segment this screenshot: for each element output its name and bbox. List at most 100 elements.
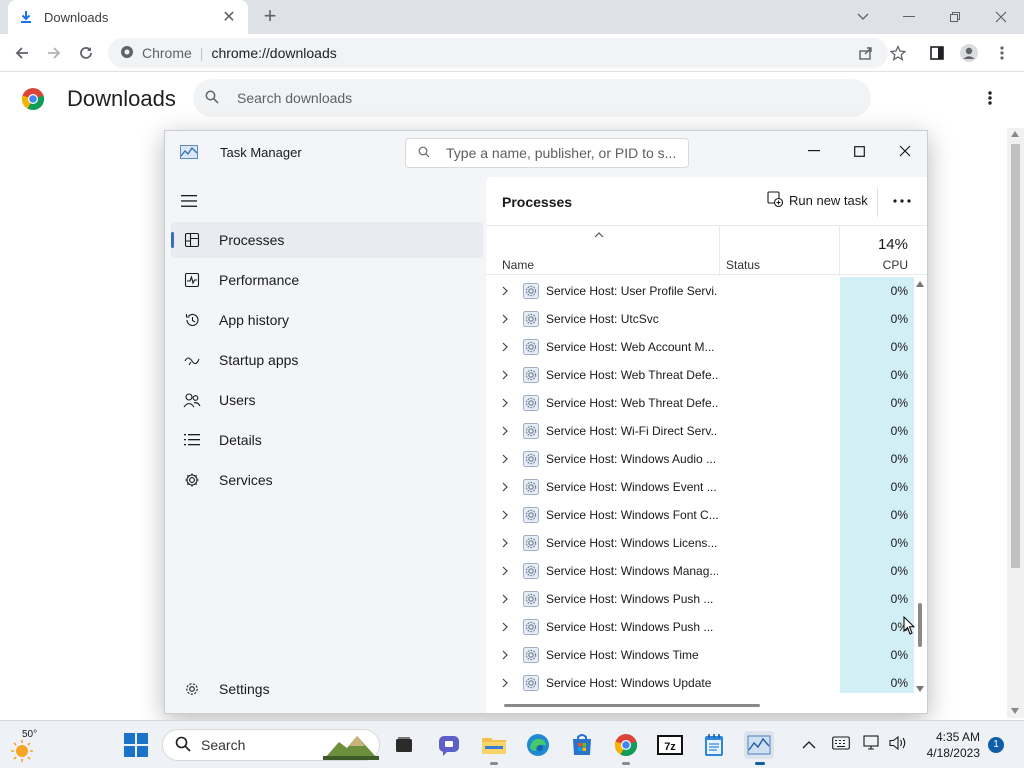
search-icon — [418, 145, 430, 161]
7zip-icon[interactable]: 7z — [656, 731, 684, 759]
column-divider[interactable] — [839, 226, 840, 276]
expand-chevron-icon[interactable] — [502, 622, 512, 632]
scroll-down-arrow-icon[interactable] — [916, 686, 924, 692]
notification-badge[interactable]: 1 — [988, 737, 1004, 753]
keyboard-icon[interactable] — [832, 736, 850, 755]
expand-chevron-icon[interactable] — [502, 342, 512, 352]
nav-item-settings[interactable]: Settings — [171, 671, 483, 707]
nav-item-details[interactable]: Details — [171, 422, 483, 458]
task-manager-titlebar[interactable]: Task Manager Type a name, publisher, or … — [165, 131, 927, 175]
address-bar[interactable]: Chrome | chrome://downloads — [108, 38, 888, 68]
task-view-icon[interactable] — [390, 731, 418, 759]
table-row[interactable]: Service Host: Windows Push ... 0% — [486, 613, 914, 641]
teams-chat-icon[interactable] — [435, 731, 463, 759]
chevron-up-icon[interactable] — [802, 737, 816, 755]
column-header-name[interactable]: Name — [502, 258, 534, 272]
process-scroll-thumb[interactable] — [918, 603, 922, 647]
chrome-menu-icon[interactable] — [989, 40, 1015, 66]
weather-widget[interactable]: 50° — [10, 729, 40, 762]
page-scroll-thumb[interactable] — [1011, 144, 1020, 568]
table-row[interactable]: Service Host: Windows Update 0% — [486, 669, 914, 697]
notepad-icon[interactable] — [700, 731, 728, 759]
clock[interactable]: 4:35 AM 4/18/2023 — [920, 729, 980, 761]
nav-item-app-history[interactable]: App history — [171, 302, 483, 338]
table-row[interactable]: Service Host: UtcSvc 0% — [486, 305, 914, 333]
tab-search-chevron-icon[interactable] — [840, 4, 886, 30]
nav-item-services[interactable]: Services — [171, 462, 483, 498]
expand-chevron-icon[interactable] — [502, 650, 512, 660]
table-row[interactable]: Service Host: User Profile Servi... 0% — [486, 277, 914, 305]
column-divider[interactable] — [719, 226, 720, 276]
expand-chevron-icon[interactable] — [502, 594, 512, 604]
network-icon[interactable] — [863, 735, 881, 756]
table-row[interactable]: Service Host: Windows Time 0% — [486, 641, 914, 669]
table-row[interactable]: Service Host: Web Threat Defe... 0% — [486, 389, 914, 417]
start-button[interactable] — [124, 733, 150, 759]
new-tab-button[interactable]: + — [258, 5, 282, 29]
task-manager-taskbar-icon[interactable] — [744, 731, 774, 765]
expand-chevron-icon[interactable] — [502, 678, 512, 688]
tm-maximize-icon[interactable] — [837, 137, 881, 165]
column-header-cpu[interactable]: CPU — [846, 258, 908, 272]
microsoft-store-icon[interactable] — [568, 731, 596, 759]
expand-chevron-icon[interactable] — [502, 314, 512, 324]
process-name: Service Host: Windows Font C... — [546, 508, 718, 522]
scroll-up-arrow-icon[interactable] — [1011, 131, 1019, 137]
tab-close-icon[interactable]: ✕ — [220, 7, 238, 27]
table-row[interactable]: Service Host: Wi-Fi Direct Serv... 0% — [486, 417, 914, 445]
tm-close-icon[interactable] — [883, 137, 927, 165]
expand-chevron-icon[interactable] — [502, 566, 512, 576]
forward-arrow-icon[interactable] — [41, 40, 67, 66]
expand-chevron-icon[interactable] — [502, 398, 512, 408]
run-new-task-button[interactable]: Run new task — [767, 191, 868, 210]
edge-browser-icon[interactable] — [524, 731, 552, 759]
nav-item-users[interactable]: Users — [171, 382, 483, 418]
expand-chevron-icon[interactable] — [502, 538, 512, 548]
scroll-up-arrow-icon[interactable] — [916, 281, 924, 287]
page-scrollbar[interactable] — [1007, 128, 1024, 718]
nav-item-processes[interactable]: Processes — [171, 222, 483, 258]
tab-downloads[interactable]: Downloads ✕ — [8, 0, 248, 34]
downloads-menu-icon[interactable] — [980, 86, 1000, 110]
process-list-scrollbar[interactable] — [914, 277, 926, 697]
chrome-browser-icon[interactable] — [612, 731, 640, 765]
expand-chevron-icon[interactable] — [502, 286, 512, 296]
bookmark-star-icon[interactable] — [885, 40, 911, 66]
expand-chevron-icon[interactable] — [502, 510, 512, 520]
table-row[interactable]: Service Host: Windows Licens... 0% — [486, 529, 914, 557]
expand-chevron-icon[interactable] — [502, 454, 512, 464]
taskbar-search-box[interactable]: Search — [162, 729, 380, 761]
minimize-icon[interactable] — [886, 4, 932, 30]
table-row[interactable]: Service Host: Web Threat Defe... 0% — [486, 361, 914, 389]
more-options-icon[interactable] — [886, 189, 918, 213]
sort-caret-icon[interactable] — [594, 230, 604, 241]
table-row[interactable]: Service Host: Windows Audio ... 0% — [486, 445, 914, 473]
file-explorer-icon[interactable] — [480, 731, 508, 765]
back-arrow-icon[interactable] — [9, 40, 35, 66]
scroll-down-arrow-icon[interactable] — [1011, 708, 1019, 714]
expand-chevron-icon[interactable] — [502, 370, 512, 380]
expand-chevron-icon[interactable] — [502, 426, 512, 436]
share-icon[interactable] — [853, 40, 879, 66]
table-row[interactable]: Service Host: Windows Push ... 0% — [486, 585, 914, 613]
side-panel-icon[interactable] — [924, 40, 950, 66]
nav-item-startup-apps[interactable]: Startup apps — [171, 342, 483, 378]
table-row[interactable]: Service Host: Windows Font C... 0% — [486, 501, 914, 529]
table-row[interactable]: Service Host: Windows Event ... 0% — [486, 473, 914, 501]
nav-item-performance[interactable]: Performance — [171, 262, 483, 298]
downloads-search-input[interactable]: Search downloads — [193, 79, 871, 117]
table-row[interactable]: Service Host: Web Account M... 0% — [486, 333, 914, 361]
chrome-logo-icon — [21, 87, 45, 116]
hamburger-menu-icon[interactable] — [179, 191, 199, 211]
table-row[interactable]: Service Host: Windows Manag... 0% — [486, 557, 914, 585]
restore-icon[interactable] — [932, 4, 978, 30]
horizontal-scroll-thumb[interactable] — [504, 704, 760, 707]
expand-chevron-icon[interactable] — [502, 482, 512, 492]
profile-avatar-icon[interactable] — [956, 40, 982, 66]
task-manager-search-input[interactable]: Type a name, publisher, or PID to s... — [405, 138, 689, 168]
volume-icon[interactable] — [889, 735, 907, 756]
close-window-icon[interactable] — [978, 4, 1024, 30]
tm-minimize-icon[interactable] — [792, 137, 836, 165]
column-header-status[interactable]: Status — [726, 258, 760, 272]
reload-icon[interactable] — [73, 40, 99, 66]
